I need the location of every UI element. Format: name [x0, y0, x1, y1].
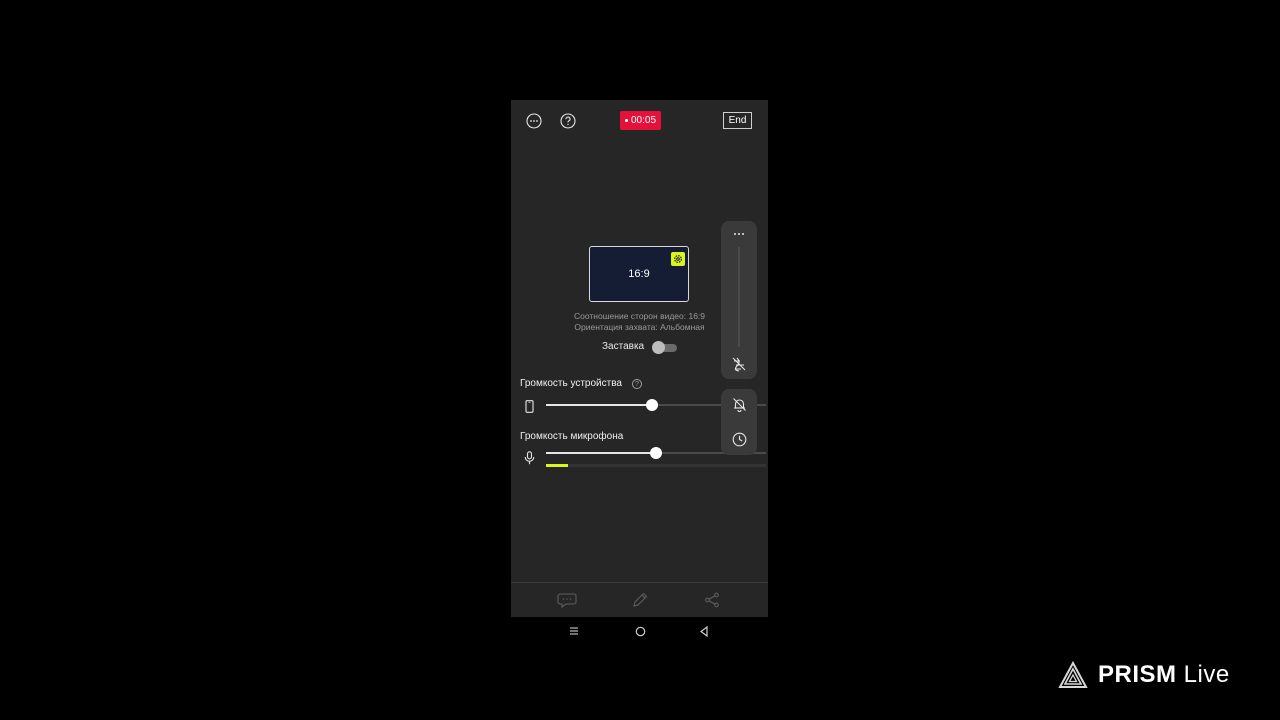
recents-button[interactable]: [569, 625, 579, 637]
mic-volume-label: Громкость микрофона: [520, 431, 624, 442]
system-nav-bar: [511, 617, 768, 645]
home-button[interactable]: [634, 625, 646, 637]
device-volume-icon-wrap: [523, 399, 535, 413]
more-horizontal-icon: [734, 233, 744, 235]
phone-icon: [524, 399, 534, 413]
back-icon: [700, 625, 708, 637]
slider-fill: [546, 404, 652, 406]
chat-icon: [557, 593, 577, 608]
aspect-ratio-preview[interactable]: 16:9: [589, 246, 689, 302]
device-volume-help-button[interactable]: ?: [632, 379, 642, 389]
bottom-action-bar: [511, 582, 768, 617]
mic-input-level-meter: [546, 464, 766, 467]
slider-thumb[interactable]: [645, 399, 658, 411]
screensaver-label: Заставка: [602, 341, 645, 352]
microphone-icon: [524, 451, 534, 465]
more-menu-button[interactable]: [525, 112, 542, 129]
brand-name-light: Live: [1176, 661, 1230, 688]
side-scroll-track: [738, 247, 740, 347]
slider-fill: [546, 452, 656, 454]
back-button[interactable]: [698, 625, 710, 637]
timer-button[interactable]: [730, 430, 748, 448]
chat-button[interactable]: [556, 591, 578, 609]
question-circle-icon: [559, 112, 576, 129]
clock-icon: [732, 432, 746, 446]
side-more-button[interactable]: [730, 227, 748, 241]
aspect-ratio-label: 16:9: [628, 268, 650, 280]
brand-name-bold: PRISM: [1098, 661, 1177, 688]
share-button[interactable]: [703, 591, 721, 609]
toggle-knob: [652, 341, 665, 354]
recording-time: 00:05: [630, 115, 657, 126]
mic-level-fill: [546, 464, 568, 467]
edit-button[interactable]: [631, 591, 649, 609]
notifications-off-button[interactable]: [730, 395, 748, 413]
side-control-panel: [721, 221, 757, 379]
share-icon: [705, 592, 719, 608]
device-volume-label: Громкость устройства: [520, 378, 622, 389]
recording-timer-badge: 00:05: [620, 111, 661, 130]
bell-off-icon: [732, 397, 746, 412]
filter-off-icon: [732, 357, 746, 372]
recents-icon: [570, 627, 578, 635]
phone-screen: 00:05 End 16:9 Соотношение сторон видео:…: [511, 100, 768, 617]
home-icon: [635, 626, 645, 636]
preview-settings-button[interactable]: [671, 252, 685, 266]
question-circle-icon: ?: [635, 380, 639, 388]
gear-icon: [674, 255, 682, 263]
prism-logo-icon: [1058, 661, 1088, 688]
mic-volume-icon-wrap: [523, 451, 535, 465]
help-button[interactable]: [559, 112, 576, 129]
slider-thumb[interactable]: [650, 447, 662, 459]
side-control-panel-lower: [721, 389, 757, 455]
recording-dot: [624, 119, 628, 122]
filter-off-button[interactable]: [730, 355, 748, 373]
pencil-icon: [633, 592, 648, 607]
more-horizontal-icon: [525, 112, 542, 129]
brand-name: PRISM Live: [1098, 661, 1230, 689]
screensaver-toggle[interactable]: [651, 341, 677, 354]
end-broadcast-button[interactable]: End: [723, 112, 752, 129]
prism-live-logo: PRISM Live: [1058, 659, 1230, 691]
